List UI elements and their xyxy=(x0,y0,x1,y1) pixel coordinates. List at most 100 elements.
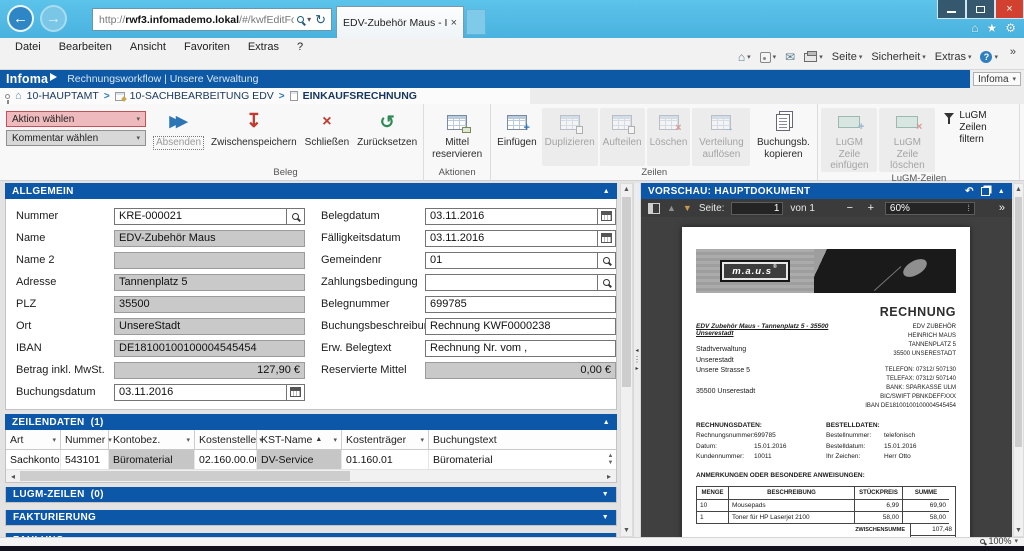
rotate-icon[interactable]: ↶ xyxy=(965,186,974,197)
zuruecksetzen-button[interactable]: ↺ Zurücksetzen xyxy=(354,108,420,166)
seite-menu[interactable]: Seite▾ xyxy=(832,51,863,63)
lugm-zeilen-filtern-toggle[interactable]: LuGM Zeilen filtern xyxy=(936,108,1017,172)
einfuegen-button[interactable]: + Einfügen xyxy=(494,108,539,166)
section-header-lugm-zeilen[interactable]: LUGM-ZEILEN (0) xyxy=(5,487,617,503)
gemeindenr-field[interactable]: 01 xyxy=(425,252,598,269)
column-header-kst-name[interactable]: KST-Name▲▾ xyxy=(257,430,342,449)
next-page-icon[interactable]: ▼ xyxy=(683,203,692,213)
lugm-zeile-loeschen-button[interactable]: × LuGM Zeile löschen xyxy=(879,108,935,172)
pin-icon[interactable] xyxy=(5,94,10,99)
column-header-kostentraeger[interactable]: Kostenträger▾ xyxy=(342,430,429,449)
breadcrumb-level1[interactable]: 10-HAUPTAMT xyxy=(27,90,99,102)
buchungsbeschreibung-field[interactable]: Rechnung KWF0000238 xyxy=(425,318,616,335)
comment-select[interactable]: Kommentar wählen▾ xyxy=(6,130,146,146)
document-viewport[interactable]: m.a.u.s RECHNUNG EDV Zubehör Maus - Tann… xyxy=(641,217,1012,537)
section-header-zeilendaten[interactable]: ZEILENDATEN (1) xyxy=(5,414,617,430)
column-header-kontobez[interactable]: Kontobez.▾ xyxy=(109,430,195,449)
menu-ansicht[interactable]: Ansicht xyxy=(121,40,175,54)
buchungsb-kopieren-button[interactable]: Buchungsb. kopieren xyxy=(752,108,814,166)
belegdatum-field[interactable]: 03.11.2016 xyxy=(425,208,598,225)
belegnummer-field[interactable]: 699785 xyxy=(425,296,616,313)
zoom-in-button[interactable]: + xyxy=(864,202,878,214)
loeschen-button[interactable]: × Löschen xyxy=(647,108,691,166)
page-scrollbar[interactable]: ▲ ▼ xyxy=(1013,183,1024,537)
menu-hilfe[interactable]: ? xyxy=(288,40,312,54)
faelligkeitsdatum-field[interactable]: 03.11.2016 xyxy=(425,230,598,247)
cell-nummer[interactable]: 543101 xyxy=(61,450,109,469)
collapse-icon[interactable] xyxy=(603,188,610,195)
help-menu[interactable]: ?▾ xyxy=(980,51,998,63)
aufteilen-button[interactable]: Aufteilen xyxy=(600,108,645,166)
print-button[interactable]: ▾ xyxy=(804,53,823,62)
collapse-left-icon[interactable]: ◂ xyxy=(635,348,638,354)
form-panel-scrollbar[interactable]: ▲ ▼ xyxy=(620,183,633,537)
open-in-window-icon[interactable] xyxy=(981,187,990,196)
zwischenspeichern-button[interactable]: ↧ Zwischenspeichern xyxy=(208,108,300,166)
back-button[interactable] xyxy=(7,5,34,32)
column-filter-icon[interactable]: ▾ xyxy=(417,436,424,444)
cell-kostenstelle[interactable]: 02.160.00.00 xyxy=(195,450,257,469)
nummer-lookup-button[interactable] xyxy=(287,208,305,225)
page-number-input[interactable]: 1 xyxy=(731,202,783,215)
minimize-button[interactable] xyxy=(937,0,966,19)
column-header-art[interactable]: Art▾ xyxy=(6,430,61,449)
lugm-zeile-einfuegen-button[interactable]: + LuGM Zeile einfügen xyxy=(821,108,877,172)
table-row[interactable]: Sachkonto 543101 Büromaterial 02.160.00.… xyxy=(6,450,616,470)
search-icon[interactable] xyxy=(297,16,304,23)
breadcrumb-home-icon[interactable]: ⌂ xyxy=(15,90,22,102)
read-mail-icon[interactable]: ✉ xyxy=(785,50,795,64)
zahlungsbedingung-lookup-button[interactable] xyxy=(598,274,616,291)
belegdatum-calendar-button[interactable] xyxy=(598,208,616,225)
extras-menu[interactable]: Extras▾ xyxy=(935,51,972,63)
expand-icon[interactable] xyxy=(602,514,609,521)
browser-tab[interactable]: EDV-Zubehör Maus - INFO... × xyxy=(336,6,464,38)
collapse-icon[interactable] xyxy=(603,419,610,426)
search-dropdown-icon[interactable]: ▾ xyxy=(307,15,311,24)
column-filter-icon[interactable]: ▾ xyxy=(330,436,337,444)
toolbar-more-chevron[interactable]: » xyxy=(999,202,1005,214)
gemeindenr-lookup-button[interactable] xyxy=(598,252,616,269)
nummer-field[interactable]: KRE-000021 xyxy=(114,208,287,225)
previous-page-icon[interactable]: ▲ xyxy=(667,203,676,213)
panel-splitter[interactable]: ◂ ⋮ ▸ xyxy=(633,183,641,537)
cell-kontobez[interactable]: Büromaterial xyxy=(109,450,195,469)
account-menu-button[interactable]: Infoma▾ xyxy=(973,72,1021,86)
scroll-up-icon[interactable]: ▲ xyxy=(623,184,630,195)
home-icon[interactable]: ⌂ xyxy=(971,21,978,35)
zoom-select[interactable]: 60%⁞ xyxy=(885,202,975,215)
zoom-out-button[interactable]: − xyxy=(843,202,857,214)
scroll-up-icon[interactable]: ▲ xyxy=(1015,184,1022,195)
browser-zoom-control[interactable]: 100% ▾ xyxy=(980,536,1018,546)
menu-datei[interactable]: Datei xyxy=(6,40,50,54)
breadcrumb-level2[interactable]: 10-SACHBEARBEITUNG EDV xyxy=(130,90,274,102)
section-header-fakturierung[interactable]: FAKTURIERUNG xyxy=(5,510,617,526)
home-button[interactable]: ⌂▾ xyxy=(738,50,751,64)
scrollbar-thumb[interactable] xyxy=(20,471,350,481)
expand-icon[interactable] xyxy=(602,491,609,498)
collapse-icon[interactable] xyxy=(998,188,1005,195)
tab-close-icon[interactable]: × xyxy=(451,17,457,29)
action-select[interactable]: Aktion wählen▾ xyxy=(6,111,146,127)
column-header-buchungstext[interactable]: Buchungstext xyxy=(429,430,616,449)
menu-bearbeiten[interactable]: Bearbeiten xyxy=(50,40,121,54)
horizontal-scrollbar[interactable]: ◂ ▸ xyxy=(6,470,616,482)
forward-button[interactable] xyxy=(40,5,67,32)
buchungsdatum-field[interactable]: 03.11.2016 xyxy=(114,384,287,401)
cell-art[interactable]: Sachkonto xyxy=(6,450,61,469)
scroll-down-icon[interactable]: ▼ xyxy=(623,525,630,536)
menu-favoriten[interactable]: Favoriten xyxy=(175,40,239,54)
sicherheit-menu[interactable]: Sicherheit▾ xyxy=(871,51,925,63)
scroll-right-icon[interactable]: ▸ xyxy=(602,472,616,481)
absenden-button[interactable]: ▶▶ Absenden xyxy=(151,108,206,166)
scroll-left-icon[interactable]: ◂ xyxy=(6,472,20,481)
verteilung-aufloesen-button[interactable]: → Verteilung auflösen xyxy=(692,108,750,166)
cell-kostentraeger[interactable]: 01.160.01 xyxy=(342,450,429,469)
favorites-star-icon[interactable]: ★ xyxy=(986,21,997,35)
settings-gear-icon[interactable]: ⚙ xyxy=(1005,21,1016,35)
menu-extras[interactable]: Extras xyxy=(239,40,288,54)
zahlungsbedingung-field[interactable] xyxy=(425,274,598,291)
column-header-kostenstelle[interactable]: Kostenstelle▾ xyxy=(195,430,257,449)
schliessen-button[interactable]: × Schließen xyxy=(302,108,352,166)
close-button[interactable]: × xyxy=(995,0,1024,19)
sidebar-toggle-icon[interactable] xyxy=(648,203,660,214)
